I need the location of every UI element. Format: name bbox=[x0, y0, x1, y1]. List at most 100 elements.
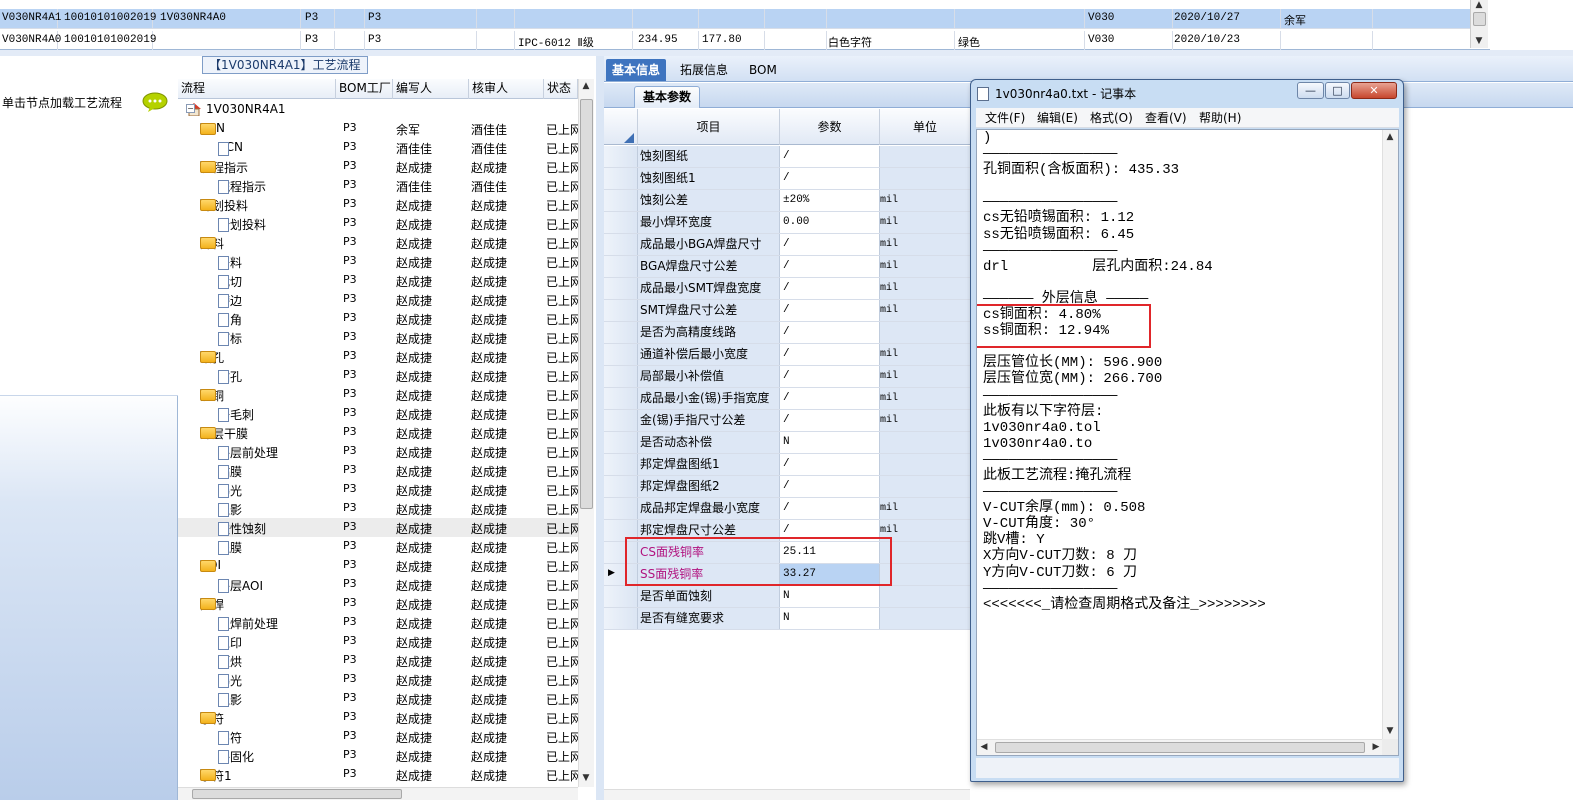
tree-node[interactable]: ECN bbox=[218, 140, 243, 156]
column-header-value[interactable]: 参数 bbox=[780, 109, 880, 145]
tree-column-header[interactable]: 核审人 bbox=[469, 79, 544, 99]
row-header[interactable] bbox=[604, 454, 638, 475]
parameter-value[interactable]: / bbox=[780, 234, 880, 255]
tree-node[interactable]: 酸性蚀刻 bbox=[218, 520, 266, 537]
tree-column-header[interactable]: 状态 bbox=[544, 79, 578, 99]
tab-basic-info[interactable]: 基本信息 bbox=[606, 59, 667, 81]
tree-column-header[interactable]: 流程 bbox=[178, 79, 336, 99]
tree-row[interactable]: −阻焊 P3 赵成捷 赵成捷 已上网 bbox=[178, 594, 578, 613]
record-row[interactable]: V030NR4A0 10010101002019 P3 P3 IPC-6012 Ⅱ级 23… bbox=[0, 31, 1470, 51]
scroll-up-arrow-icon[interactable]: ▲ bbox=[1383, 132, 1397, 142]
scroll-down-arrow-icon[interactable]: ▼ bbox=[1383, 726, 1397, 736]
vertical-splitter[interactable] bbox=[596, 56, 604, 800]
row-header[interactable] bbox=[604, 212, 638, 233]
parameter-value[interactable]: 0.00 bbox=[780, 212, 880, 233]
maximize-button[interactable]: □ bbox=[1325, 82, 1350, 99]
scroll-up-arrow-icon[interactable]: ▲ bbox=[1472, 0, 1486, 10]
tree-node[interactable]: −流程指示 bbox=[200, 159, 248, 176]
tree-row[interactable]: ECN P3 酒佳佳 酒佳佳 已上网 bbox=[178, 138, 578, 157]
row-header[interactable] bbox=[604, 366, 638, 387]
tree-node[interactable]: 显影 bbox=[218, 501, 242, 518]
column-header-unit[interactable]: 单位 bbox=[880, 109, 970, 145]
row-header[interactable] bbox=[604, 168, 638, 189]
parameter-row[interactable]: 蚀刻公差 ±20% mil bbox=[604, 190, 970, 212]
parameter-row[interactable]: 金(锡)手指尺寸公差 / mil bbox=[604, 410, 970, 432]
tree-horizontal-scrollbar[interactable] bbox=[178, 787, 578, 800]
tree-row[interactable]: 退膜 P3 赵成捷 赵成捷 已上网 bbox=[178, 537, 578, 556]
tree-node[interactable]: 丝印 bbox=[218, 634, 242, 651]
menu-edit[interactable]: 编辑(E) bbox=[1037, 108, 1078, 128]
menu-format[interactable]: 格式(O) bbox=[1090, 108, 1133, 128]
tree-node[interactable]: −钻孔 bbox=[200, 349, 224, 366]
scroll-up-arrow-icon[interactable]: ▲ bbox=[579, 81, 593, 91]
parameter-value[interactable]: N bbox=[780, 432, 880, 453]
scroll-thumb[interactable] bbox=[1473, 12, 1486, 26]
tree-node[interactable]: 计划投料 bbox=[218, 216, 266, 233]
parameter-row[interactable]: 成品邦定焊盘最小宽度 / mil bbox=[604, 498, 970, 520]
parameter-grid-horizontal-scrollbar[interactable] bbox=[604, 789, 970, 800]
tree-node[interactable]: − 1V030NR4A1 bbox=[186, 102, 286, 116]
tree-node[interactable]: 外层AOI bbox=[218, 577, 263, 594]
tree-node[interactable]: −沉铜 bbox=[200, 387, 224, 404]
tree-row[interactable]: −钻孔 P3 赵成捷 赵成捷 已上网 bbox=[178, 347, 578, 366]
notepad-horizontal-scrollbar[interactable]: ◀ ▶ bbox=[977, 739, 1384, 755]
parameter-value[interactable]: / bbox=[780, 168, 880, 189]
tree-row[interactable]: 流程指示 P3 酒佳佳 酒佳佳 已上网 bbox=[178, 176, 578, 195]
parameter-value[interactable]: / bbox=[780, 410, 880, 431]
parameter-value[interactable]: / bbox=[780, 278, 880, 299]
parameter-value[interactable]: / bbox=[780, 388, 880, 409]
tree-node[interactable]: −外层干膜 bbox=[200, 425, 248, 442]
parameter-row[interactable]: 成品最小SMT焊盘宽度 / mil bbox=[604, 278, 970, 300]
tree-row[interactable]: 显影 P3 赵成捷 赵成捷 已上网 bbox=[178, 499, 578, 518]
column-header-item[interactable]: 项目 bbox=[638, 109, 780, 145]
tree-node[interactable]: 曝光 bbox=[218, 482, 242, 499]
tree-node[interactable]: 曝光 bbox=[218, 672, 242, 689]
parameter-row[interactable]: 局部最小补偿值 / mil bbox=[604, 366, 970, 388]
row-header[interactable] bbox=[604, 344, 638, 365]
tree-row[interactable]: 酸性蚀刻 P3 赵成捷 赵成捷 已上网 bbox=[178, 518, 578, 537]
parameter-row[interactable]: 邦定焊盘图纸1/ bbox=[604, 454, 970, 476]
minimize-button[interactable]: — bbox=[1297, 82, 1324, 99]
tree-node[interactable]: 退膜 bbox=[218, 539, 242, 556]
row-header[interactable] bbox=[604, 608, 638, 629]
parameter-row[interactable]: 通道补偿后最小宽度 / mil bbox=[604, 344, 970, 366]
parameter-value[interactable]: / bbox=[780, 256, 880, 277]
tree-row[interactable]: 打标 P3 赵成捷 赵成捷 已上网 bbox=[178, 328, 578, 347]
tree-node[interactable]: 外层前处理 bbox=[218, 444, 278, 461]
tree-row[interactable]: −流程指示 P3 赵成捷 赵成捷 已上网 bbox=[178, 157, 578, 176]
scroll-down-arrow-icon[interactable]: ▼ bbox=[1472, 36, 1486, 46]
parameter-value[interactable]: / bbox=[780, 344, 880, 365]
tree-row[interactable]: −沉铜 P3 赵成捷 赵成捷 已上网 bbox=[178, 385, 578, 404]
tree-node[interactable]: 显影 bbox=[218, 691, 242, 708]
process-tree[interactable]: −1V030NR4A1−ECNP3余军酒佳佳已上网ECNP3酒佳佳酒佳佳已上网−… bbox=[178, 100, 578, 788]
tree-node[interactable]: −阻焊 bbox=[200, 596, 224, 613]
tree-row[interactable]: 钻孔 P3 赵成捷 赵成捷 已上网 bbox=[178, 366, 578, 385]
tree-row[interactable]: 显影 P3 赵成捷 赵成捷 已上网 bbox=[178, 689, 578, 708]
tree-row[interactable]: 丝印 P3 赵成捷 赵成捷 已上网 bbox=[178, 632, 578, 651]
row-header[interactable] bbox=[604, 146, 638, 167]
tree-node[interactable]: 字符 bbox=[218, 729, 242, 746]
tab-extended-info[interactable]: 拓展信息 bbox=[674, 59, 734, 81]
notepad-text-area[interactable]: ) ———————————————— 孔铜面积(含板面积): 435.33 —————… bbox=[976, 129, 1399, 756]
tree-row[interactable]: 曝光 P3 赵成捷 赵成捷 已上网 bbox=[178, 480, 578, 499]
notepad-vertical-scrollbar[interactable]: ▲ ▼ bbox=[1382, 130, 1398, 741]
tree-node[interactable]: 流程指示 bbox=[218, 178, 266, 195]
tree-node[interactable]: 贴膜 bbox=[218, 463, 242, 480]
parameter-row[interactable]: 蚀刻图纸 / bbox=[604, 146, 970, 168]
row-header[interactable] bbox=[604, 278, 638, 299]
tree-row[interactable]: −ECN P3 余军 酒佳佳 已上网 bbox=[178, 119, 578, 138]
tree-node[interactable]: 终固化 bbox=[218, 748, 254, 765]
tree-node[interactable]: 裁切 bbox=[218, 273, 242, 290]
row-header[interactable] bbox=[604, 256, 638, 277]
row-header[interactable] bbox=[604, 498, 638, 519]
notepad-window[interactable]: 1v030nr4a0.txt - 记事本 — □ ✕ 文件(F) 编辑(E) 格… bbox=[970, 79, 1404, 782]
scroll-right-arrow-icon[interactable]: ▶ bbox=[1369, 742, 1383, 752]
close-button[interactable]: ✕ bbox=[1351, 82, 1397, 99]
tree-row[interactable]: 预烘 P3 赵成捷 赵成捷 已上网 bbox=[178, 651, 578, 670]
tree-column-header[interactable]: 编写人 bbox=[393, 79, 469, 99]
tree-row[interactable]: −外层干膜 P3 赵成捷 赵成捷 已上网 bbox=[178, 423, 578, 442]
collapse-toggle-icon[interactable]: − bbox=[186, 104, 195, 113]
tree-row[interactable]: −计划投料 P3 赵成捷 赵成捷 已上网 bbox=[178, 195, 578, 214]
tab-bom[interactable]: BOM bbox=[743, 59, 783, 81]
tree-row[interactable]: 开料 P3 赵成捷 赵成捷 已上网 bbox=[178, 252, 578, 271]
